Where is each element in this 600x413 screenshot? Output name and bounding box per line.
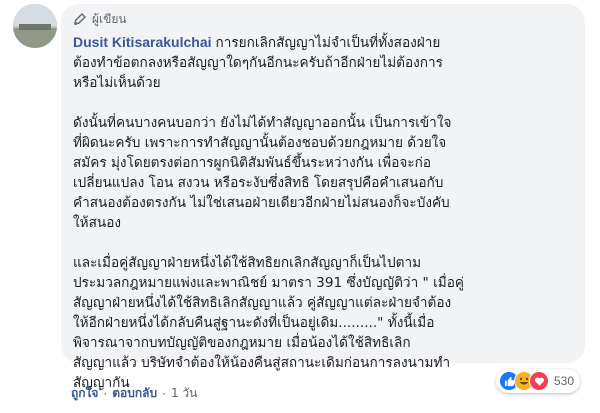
comment-bubble: ผู้เขียน Dusit Kitisarakulchai การยกเลิกส… [61, 4, 585, 391]
reply-button[interactable]: ตอบกลับ [112, 384, 157, 403]
comment-text: Dusit Kitisarakulchai การยกเลิกสัญญาไม่จำ… [73, 32, 573, 393]
comment-line: Dusit Kitisarakulchai การยกเลิกสัญญาไม่จำ… [73, 32, 573, 53]
comment-line: สัญญาแล้ว บริษัทจำต้องให้น้องคืนสู่สถานะ… [73, 355, 451, 371]
comment-line: เปลี่ยนแปลง โอน สงวน หรือระงับซึ่งสิทธิ … [73, 175, 444, 191]
reactions-summary[interactable]: 530 [496, 369, 581, 393]
author-badge-label: ผู้เขียน [92, 11, 127, 26]
author-name[interactable]: Dusit Kitisarakulchai [73, 34, 212, 50]
comment-line-text: การยกเลิกสัญญาไม่จำเป็นที่ทั้งสองฝ่าย [215, 35, 441, 51]
comment-timestamp[interactable]: 1 วัน [171, 384, 197, 403]
comment-paragraph-2: ดังนั้นที่คนบางคนบอกว่า ยังไม่ได้ทำสัญญา… [73, 113, 573, 233]
comment-paragraph-3: และเมื่อคู่สัญญาฝ่ายหนึ่งได้ใช้สิทธิยกเล… [73, 253, 573, 393]
comment-line: ดังนั้นที่คนบางคนบอกว่า ยังไม่ได้ทำสัญญา… [73, 115, 452, 131]
comment-line: สัญญาฝ่ายหนึ่งได้ใช้สิทธิเลิกสัญญาแล้ว ค… [73, 295, 452, 311]
comment-line: ต้องทำข้อตกลงหรือสัญญาใดๆกันอีกนะครับถ้า… [73, 55, 443, 71]
comment-line: ให้อีกฝ่ายหนึ่งได้กลับคืนสู่ฐานะดังที่เป… [73, 315, 435, 331]
comment-line: ที่ผิดนะครับ เพราะการทำสัญญานั้นต้องชอบด… [73, 135, 447, 151]
like-button[interactable]: ถูกใจ [71, 384, 98, 403]
comment-actions: ถูกใจ · ตอบกลับ · 1 วัน [71, 384, 197, 403]
comment-line: สมัคร มุ่งโดยตรงต่อการผูกนิติสัมพันธ์ขึ้… [73, 155, 432, 171]
comment-line: คำสนองต้องตรงกัน ไม่ใช่เสนอฝ่ายเดียวอีกฝ… [73, 195, 450, 211]
avatar-photo [13, 4, 57, 48]
pen-icon [73, 12, 87, 26]
comment-line: ให้สนอง [73, 215, 121, 231]
comment-line: และเมื่อคู่สัญญาฝ่ายหนึ่งได้ใช้สิทธิยกเล… [73, 255, 422, 271]
reaction-count: 530 [554, 374, 575, 388]
comment-line: พิจารณาจากบทบัญญัติของกฎหมาย เมื่อน้องได… [73, 335, 411, 351]
comment-line: หรือไม่เห็นด้วย [73, 75, 161, 91]
comment-paragraph-1: Dusit Kitisarakulchai การยกเลิกสัญญาไม่จำ… [73, 32, 573, 93]
comment-line: ประมวลกฎหมายแพ่งและพาณิชย์ มาตรา 391 ซึ่… [73, 275, 464, 291]
commenter-avatar[interactable] [13, 4, 57, 48]
separator: · [162, 386, 166, 401]
author-badge: ผู้เขียน [73, 8, 573, 30]
separator: · [103, 386, 108, 401]
love-icon [529, 371, 549, 391]
